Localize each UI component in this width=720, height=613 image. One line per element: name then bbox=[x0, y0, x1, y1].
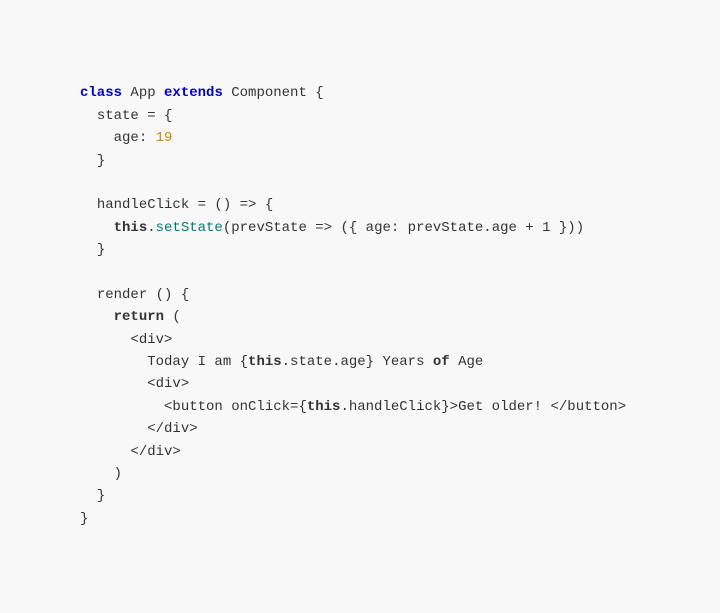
keyword-return: return bbox=[114, 309, 164, 325]
keyword-class: class bbox=[80, 85, 122, 101]
keyword-extends: extends bbox=[164, 85, 223, 101]
method-setstate: setState bbox=[156, 220, 223, 236]
keyword-of: of bbox=[433, 354, 450, 370]
keyword-this-3: this bbox=[307, 399, 341, 415]
keyword-this-2: this bbox=[248, 354, 282, 370]
keyword-this-1: this bbox=[114, 220, 148, 236]
code-editor: class App extends Component { state = { … bbox=[0, 0, 706, 613]
line-1: class App extends Component { state = { … bbox=[80, 85, 626, 526]
value-age: 19 bbox=[156, 130, 173, 146]
